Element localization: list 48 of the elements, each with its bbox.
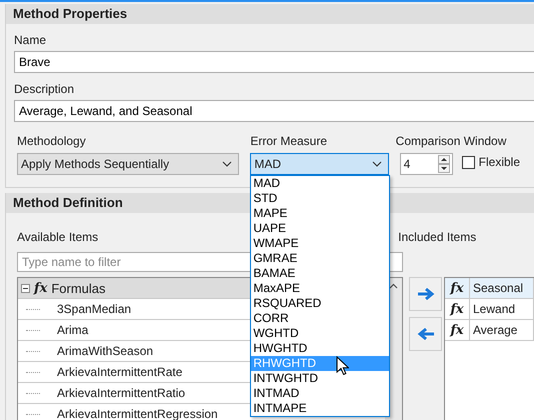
dropdown-option[interactable]: CORR xyxy=(251,311,390,326)
dropdown-option[interactable]: STD xyxy=(251,191,390,206)
name-field[interactable]: Brave xyxy=(14,51,534,73)
remove-button[interactable] xyxy=(409,317,442,351)
cursor-icon xyxy=(336,356,350,376)
field-label: Comparison Window xyxy=(396,134,508,149)
left-arrow-icon xyxy=(416,328,434,340)
up-arrow-icon[interactable] xyxy=(438,155,450,164)
tree-item[interactable]: ArkievaIntermittentRate xyxy=(57,362,182,382)
comparison-window-spinner[interactable]: 4 xyxy=(400,153,453,175)
section-header: Method Properties xyxy=(6,4,534,24)
function-icon: fx xyxy=(34,280,48,296)
included-item[interactable]: fx Lewand xyxy=(445,299,534,320)
dropdown-option[interactable]: MAD xyxy=(251,176,390,191)
dropdown-option[interactable]: WGHTD xyxy=(251,326,390,341)
dropdown-option[interactable]: INTMAD xyxy=(251,386,390,401)
add-button[interactable] xyxy=(409,277,442,311)
tree-item[interactable]: Arima xyxy=(57,320,88,340)
field-label: Name xyxy=(14,33,48,48)
down-arrow-icon[interactable] xyxy=(438,164,450,173)
dropdown-option[interactable]: HWGHTD xyxy=(251,341,390,356)
dropdown-option[interactable]: UAPE xyxy=(251,221,390,236)
tree-item[interactable]: ArimaWithSeason xyxy=(57,341,154,361)
collapse-icon[interactable] xyxy=(21,284,30,292)
dropdown-option[interactable]: GMRAE xyxy=(251,251,390,266)
error-measure-dropdown[interactable]: MAD xyxy=(250,153,389,175)
description-field[interactable]: Average, Lewand, and Seasonal xyxy=(14,100,534,122)
checkbox-label: Flexible xyxy=(478,155,520,169)
tree-item[interactable]: ArkievaIntermittentRatio xyxy=(57,383,186,403)
methodology-dropdown[interactable]: Apply Methods Sequentially xyxy=(17,153,240,175)
tree-item[interactable]: 3SpanMedian xyxy=(57,299,132,319)
scroll-up-icon[interactable] xyxy=(389,283,398,289)
list-label: Available Items xyxy=(17,230,98,245)
included-item[interactable]: fx Average xyxy=(445,320,534,341)
field-label: Methodology xyxy=(17,134,87,149)
chevron-icon xyxy=(372,161,382,167)
list-label: Included Items xyxy=(398,230,476,245)
right-arrow-icon xyxy=(416,288,434,300)
tree-group-label: Formulas xyxy=(51,280,106,296)
dropdown-option[interactable]: WMAPE xyxy=(251,236,390,251)
dropdown-option[interactable]: INTMAPE xyxy=(251,401,390,416)
field-label: Description xyxy=(14,82,76,97)
dropdown-option[interactable]: RSQUARED xyxy=(251,296,390,311)
field-label: Error Measure xyxy=(250,134,328,149)
chevron-icon xyxy=(222,161,232,167)
dropdown-option[interactable]: INTWGHTD xyxy=(251,371,390,386)
included-item[interactable]: fx Seasonal xyxy=(445,278,534,299)
flexible-checkbox[interactable] xyxy=(462,156,475,168)
